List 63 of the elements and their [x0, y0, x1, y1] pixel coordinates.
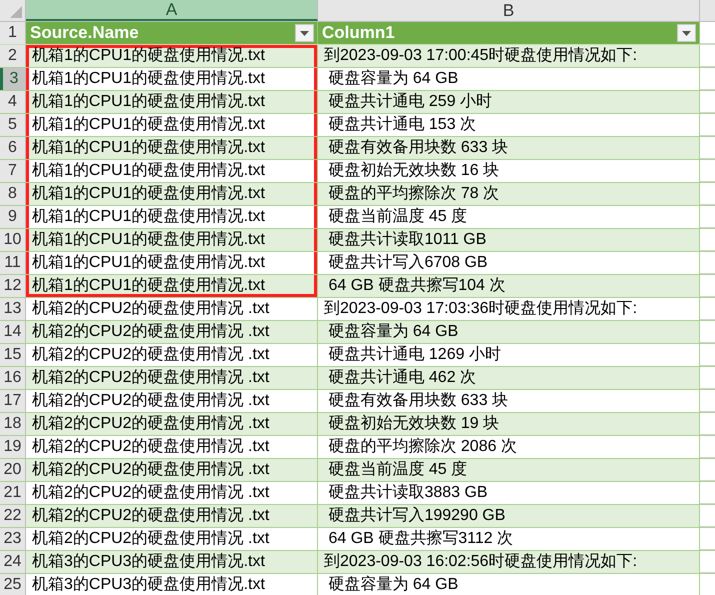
caret-icon — [682, 30, 691, 36]
row-number[interactable]: 21 — [0, 482, 26, 504]
table-cell: 机箱3的CPU3的硬盘使用情况.txt — [26, 551, 318, 573]
column-header[interactable]: B — [318, 0, 700, 21]
table-cell: 机箱2的CPU2的硬盘使用情况 .txt — [26, 321, 318, 343]
row-number[interactable]: 17 — [0, 390, 26, 412]
row-number[interactable]: 1 — [0, 22, 26, 44]
table-cell: 机箱1的CPU1的硬盘使用情况.txt — [26, 45, 318, 67]
table-cell: 机箱1的CPU1的硬盘使用情况.txt — [26, 114, 318, 136]
row-number[interactable]: 23 — [0, 528, 26, 550]
table-cell: 机箱1的CPU1的硬盘使用情况.txt — [26, 206, 318, 228]
table-cell: 到2023-09-03 16:02:56时硬盘使用情况如下: — [318, 551, 700, 573]
table-cell: 机箱1的CPU1的硬盘使用情况.txt — [26, 137, 318, 159]
table-cell: 硬盘共计通电 259 小时 — [318, 91, 700, 113]
table-cell: 64 GB 硬盘共擦写104 次 — [318, 275, 700, 297]
table-cell: 硬盘共计读取1011 GB — [318, 229, 700, 251]
table-cell: 机箱1的CPU1的硬盘使用情况.txt — [26, 183, 318, 205]
table-cell: 机箱2的CPU2的硬盘使用情况 .txt — [26, 413, 318, 435]
table-cell: 硬盘当前温度 45 度 — [318, 459, 700, 481]
row-number[interactable]: 5 — [0, 114, 26, 136]
table-cell: 到2023-09-03 17:00:45时硬盘使用情况如下: — [318, 45, 700, 67]
table-cell: 机箱1的CPU1的硬盘使用情况.txt — [26, 252, 318, 274]
row-number[interactable]: 20 — [0, 459, 26, 481]
table-cell: 机箱2的CPU2的硬盘使用情况 .txt — [26, 459, 318, 481]
column-header[interactable]: A — [26, 0, 318, 21]
table-cell: 机箱1的CPU1的硬盘使用情况.txt — [26, 229, 318, 251]
header-label: Source.Name — [30, 22, 139, 44]
dropdown-button[interactable] — [677, 24, 696, 42]
row-number[interactable]: 19 — [0, 436, 26, 458]
row-number[interactable]: 7 — [0, 160, 26, 182]
row-number[interactable]: 11 — [0, 252, 26, 274]
row-number[interactable]: 15 — [0, 344, 26, 366]
row-number[interactable]: 13 — [0, 298, 26, 320]
row-number[interactable]: 12 — [0, 275, 26, 297]
row-number[interactable]: 3 — [0, 68, 26, 90]
table-cell: 硬盘容量为 64 GB — [318, 321, 700, 343]
row-number[interactable]: 10 — [0, 229, 26, 251]
row-number[interactable]: 14 — [0, 321, 26, 343]
table-cell: 机箱1的CPU1的硬盘使用情况.txt — [26, 275, 318, 297]
table-cell: 硬盘初始无效块数 19 块 — [318, 413, 700, 435]
caret-icon — [300, 30, 309, 36]
row-number[interactable]: 4 — [0, 91, 26, 113]
table-cell: 机箱1的CPU1的硬盘使用情况.txt — [26, 91, 318, 113]
table-cell: 硬盘共计通电 462 次 — [318, 367, 700, 389]
row-number[interactable]: 24 — [0, 551, 26, 573]
row-number[interactable]: 16 — [0, 367, 26, 389]
row-number[interactable]: 22 — [0, 505, 26, 527]
table-cell: 硬盘有效备用块数 633 块 — [318, 137, 700, 159]
row-number[interactable]: 6 — [0, 137, 26, 159]
row-number[interactable]: 18 — [0, 413, 26, 435]
table-cell: 机箱2的CPU2的硬盘使用情况 .txt — [26, 505, 318, 527]
table-cell: 硬盘共计写入199290 GB — [318, 505, 700, 527]
table-cell: 机箱2的CPU2的硬盘使用情况 .txt — [26, 367, 318, 389]
table-cell: 机箱1的CPU1的硬盘使用情况.txt — [26, 160, 318, 182]
header-label: Column1 — [322, 22, 395, 44]
corner-triangle-icon — [10, 6, 22, 18]
row-number[interactable]: 9 — [0, 206, 26, 228]
row-number[interactable]: 2 — [0, 45, 26, 67]
row-number[interactable]: 25 — [0, 574, 26, 595]
table-cell: 硬盘的平均擦除次 78 次 — [318, 183, 700, 205]
row-number[interactable]: 8 — [0, 183, 26, 205]
dropdown-button[interactable] — [295, 24, 314, 42]
table-cell: 机箱1的CPU1的硬盘使用情况.txt — [26, 68, 318, 90]
